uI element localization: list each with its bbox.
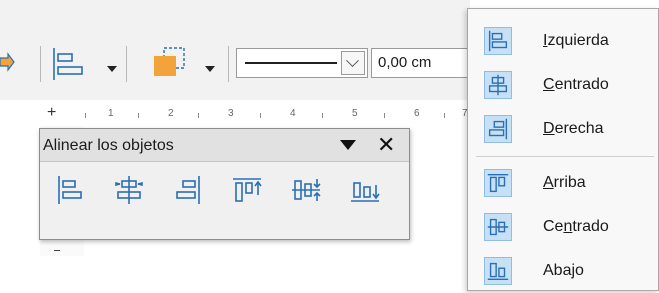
align-middle-icon: [484, 213, 512, 241]
shadow-icon[interactable]: [150, 46, 190, 82]
horizontal-ruler: + 1 2 3 4 5 6 7: [40, 100, 470, 127]
ruler-label: 2: [168, 108, 174, 119]
ruler-label: 1: [108, 108, 114, 119]
align-bottom-button[interactable]: [348, 173, 382, 207]
menu-item-label: Izquierda: [543, 32, 609, 49]
align-left-icon: [484, 27, 512, 55]
align-objects-menu: Izquierda Centrado Derecha Arriba Centra…: [467, 8, 659, 291]
align-center-icon: [115, 176, 143, 204]
ruler-tick: [384, 113, 385, 118]
align-left-button[interactable]: [53, 173, 87, 207]
toolbar-separator: [126, 46, 127, 82]
menu-item-align-middle[interactable]: Centrado: [468, 205, 658, 249]
dropdown-arrow-icon[interactable]: [205, 66, 215, 72]
menu-item-align-bottom[interactable]: Abajo: [468, 249, 658, 293]
align-objects-icon[interactable]: [49, 46, 97, 82]
ruler-label: 6: [414, 108, 420, 119]
align-right-icon: [176, 176, 200, 204]
menu-item-label: Arriba: [543, 174, 586, 191]
line-style-dropdown[interactable]: [236, 48, 368, 78]
align-objects-panel: Alinear los objetos ✕: [39, 128, 410, 240]
menu-item-align-top[interactable]: Arriba: [468, 161, 658, 205]
panel-titlebar[interactable]: Alinear los objetos ✕: [40, 129, 409, 162]
align-bottom-icon: [351, 182, 380, 202]
ruler-tick: [260, 113, 261, 118]
menu-item-label: Centrado: [543, 76, 609, 93]
panel-title: Alinear los objetos: [43, 137, 174, 154]
align-top-button[interactable]: [230, 173, 264, 207]
arrange-icon[interactable]: [0, 52, 16, 76]
align-right-button[interactable]: [171, 173, 205, 207]
chevron-down-icon[interactable]: [341, 51, 365, 75]
ruler-tick: [444, 113, 445, 118]
align-left-icon: [58, 176, 82, 204]
align-middle-icon: [292, 179, 321, 201]
ruler-label: 3: [228, 108, 234, 119]
ruler-label: 4: [290, 108, 296, 119]
close-icon[interactable]: ✕: [377, 132, 395, 158]
toolbar: 0,00 cm: [0, 0, 470, 100]
menu-item-align-right[interactable]: Derecha: [468, 107, 658, 151]
ruler-tick: [85, 113, 86, 118]
menu-item-label: Abajo: [543, 262, 584, 279]
ruler-tick: [322, 113, 323, 118]
line-width-field[interactable]: 0,00 cm: [371, 48, 469, 78]
align-top-icon: [233, 178, 262, 202]
menu-item-align-center[interactable]: Centrado: [468, 63, 658, 107]
ruler-origin-icon: +: [47, 104, 57, 121]
menu-item-label: Derecha: [543, 120, 604, 137]
toolbar-separator: [40, 46, 41, 82]
ruler-tick: [198, 113, 199, 118]
align-center-button[interactable]: [112, 173, 146, 207]
dropdown-arrow-icon[interactable]: [107, 66, 117, 72]
align-bottom-icon: [484, 257, 512, 285]
ruler-tick: [138, 113, 139, 118]
align-center-icon: [484, 71, 512, 99]
panel-menu-arrow-icon[interactable]: [340, 140, 356, 150]
toolbar-separator: [228, 46, 229, 82]
menu-item-label: Centrado: [543, 218, 609, 235]
menu-item-align-left[interactable]: Izquierda: [468, 19, 658, 63]
ruler-tick: [54, 250, 60, 251]
align-top-icon: [484, 169, 512, 197]
align-right-icon: [484, 115, 512, 143]
menu-separator: [476, 156, 654, 157]
ruler-label: 5: [352, 108, 358, 119]
line-style-preview: [245, 62, 337, 64]
align-middle-button[interactable]: [289, 173, 323, 207]
